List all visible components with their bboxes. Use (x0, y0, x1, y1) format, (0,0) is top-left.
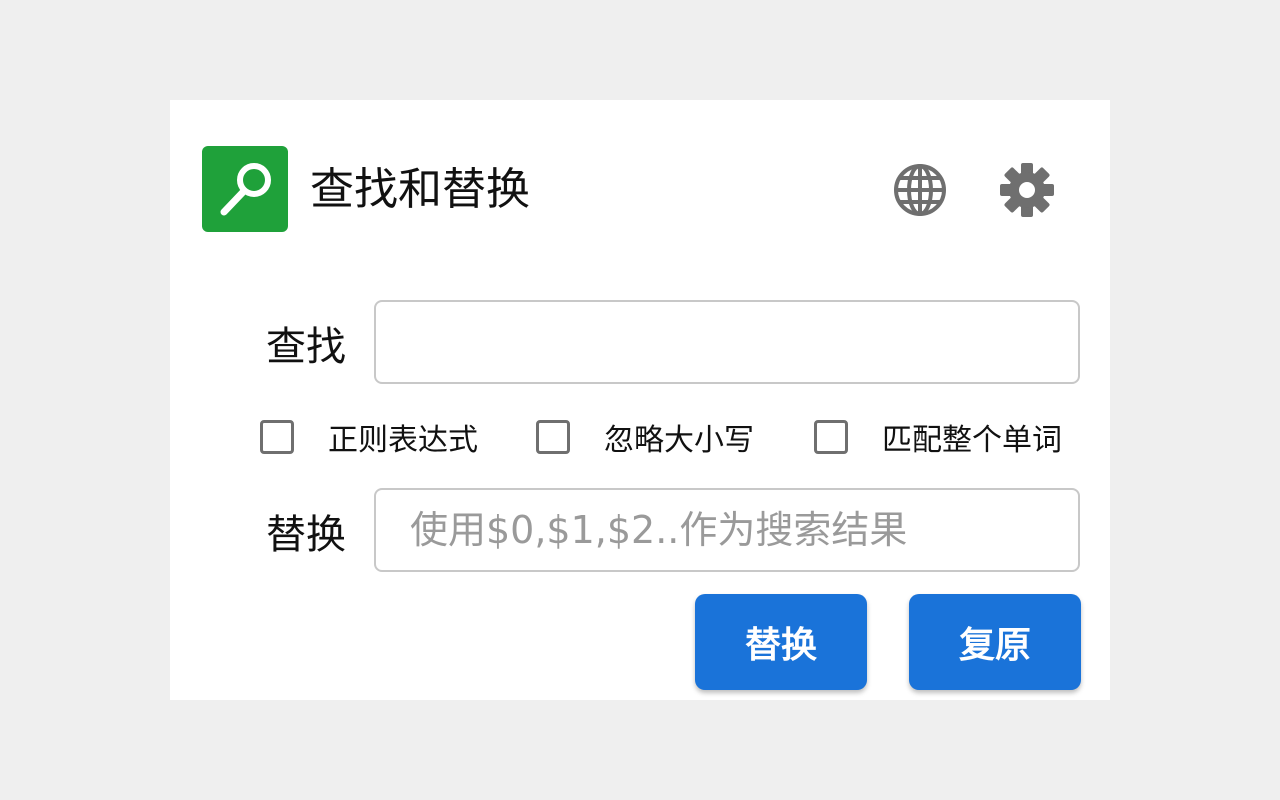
globe-icon[interactable] (892, 162, 948, 218)
gear-icon[interactable] (999, 162, 1055, 218)
replace-button[interactable]: 替换 (695, 594, 867, 690)
whole-word-checkbox[interactable] (814, 420, 848, 454)
whole-word-option[interactable]: 匹配整个单词 (814, 412, 1062, 462)
ignore-case-checkbox[interactable] (536, 420, 570, 454)
find-label: 查找 (266, 324, 346, 370)
whole-word-option-label: 匹配整个单词 (882, 423, 1062, 458)
find-replace-panel: 查找和替换 查找 正则表达式 忽略大小写 匹配整个单词 替换 使用$0,$1,$… (170, 100, 1110, 700)
replace-input[interactable] (374, 488, 1080, 572)
regex-option-label: 正则表达式 (328, 423, 478, 458)
magnifier-icon (202, 146, 288, 232)
regex-option[interactable]: 正则表达式 (260, 412, 478, 462)
regex-checkbox[interactable] (260, 420, 294, 454)
search-options: 正则表达式 忽略大小写 匹配整个单词 (260, 412, 1090, 462)
find-input[interactable] (374, 300, 1080, 384)
ignore-case-option-label: 忽略大小写 (604, 423, 754, 458)
replace-label: 替换 (266, 512, 346, 558)
app-title: 查找和替换 (310, 164, 530, 215)
ignore-case-option[interactable]: 忽略大小写 (536, 412, 754, 462)
restore-button[interactable]: 复原 (909, 594, 1081, 690)
